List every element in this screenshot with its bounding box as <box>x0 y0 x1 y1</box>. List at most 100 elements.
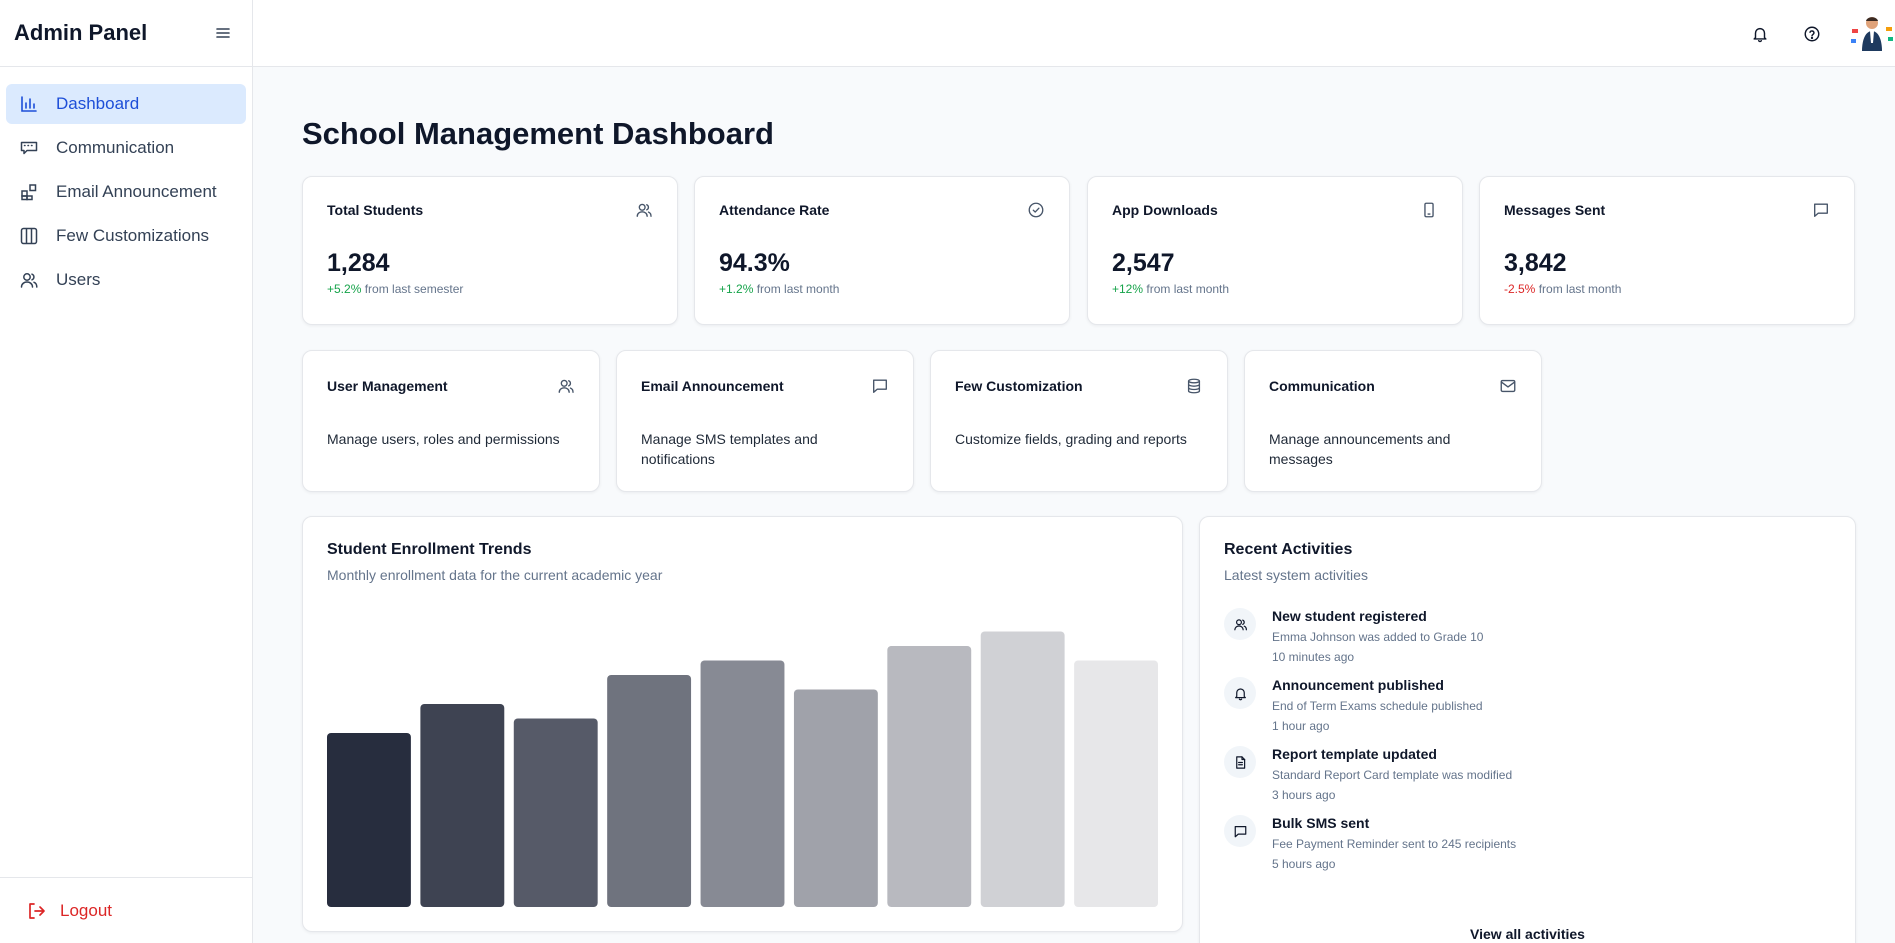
chart-bar <box>700 660 785 907</box>
stat-change: +1.2% <box>719 282 754 296</box>
users-icon <box>558 379 574 393</box>
database-icon <box>1187 378 1201 394</box>
module-title: User Management <box>327 378 448 394</box>
chart-bar <box>513 718 598 907</box>
module-card-user-management[interactable]: User Management Manage users, roles and … <box>302 350 600 492</box>
stat-card-total-students: Total Students 1,284 +5.2% from last sem… <box>302 176 678 325</box>
module-title: Email Announcement <box>641 378 784 394</box>
sidebar-item-label: Dashboard <box>56 94 140 113</box>
activity-time: 5 hours ago <box>1272 857 1336 871</box>
avatar[interactable] <box>1849 10 1895 57</box>
activity-description: Emma Johnson was added to Grade 10 <box>1272 630 1484 644</box>
activity-description: End of Term Exams schedule published <box>1272 699 1483 713</box>
activities-subtitle: Latest system activities <box>1224 567 1368 583</box>
chart-bar <box>887 646 972 907</box>
notifications-button[interactable] <box>1745 19 1775 49</box>
enrollment-chart <box>327 617 1158 907</box>
activity-time: 10 minutes ago <box>1272 650 1355 664</box>
module-description: Manage users, roles and permissions <box>327 431 560 447</box>
activity-item: Bulk SMS sent Fee Payment Reminder sent … <box>1224 814 1831 872</box>
mail-icon <box>1500 379 1516 393</box>
top-actions <box>1745 0 1895 67</box>
smartphone-icon <box>1424 202 1434 218</box>
help-icon <box>1804 26 1820 41</box>
stat-value: 1,284 <box>327 249 390 277</box>
module-card-communication[interactable]: Communication Manage announcements and m… <box>1244 350 1542 492</box>
module-card-few-customization[interactable]: Few Customization Customize fields, grad… <box>930 350 1228 492</box>
sidebar-item-communication[interactable]: Communication <box>6 128 246 168</box>
module-card-email-announcement[interactable]: Email Announcement Manage SMS templates … <box>616 350 914 492</box>
sidebar-item-few-customizations[interactable]: Few Customizations <box>6 216 246 256</box>
sidebar-item-dashboard[interactable]: Dashboard <box>6 84 246 124</box>
module-title: Few Customization <box>955 378 1083 394</box>
top-bar <box>253 0 1895 67</box>
activity-title: Bulk SMS sent <box>1272 815 1370 831</box>
recent-activities-card: Recent Activities Latest system activiti… <box>1199 516 1856 943</box>
module-description: Manage SMS templates and notifications <box>641 431 818 467</box>
logout-icon <box>26 901 46 921</box>
hamburger-icon <box>216 28 230 38</box>
activity-description: Standard Report Card template was modifi… <box>1272 768 1513 782</box>
sidebar-footer: Logout <box>0 877 252 943</box>
chart-bar <box>327 733 411 907</box>
sidebar-item-label: Users <box>56 270 101 289</box>
stat-value: 3,842 <box>1504 249 1567 277</box>
message-icon <box>873 379 887 393</box>
bell-icon <box>1753 27 1767 42</box>
stat-change-suffix: from last month <box>753 282 840 296</box>
chart-bar <box>1074 660 1158 907</box>
stat-card-attendance-rate: Attendance Rate 94.3% +1.2% from last mo… <box>694 176 1070 325</box>
users-icon <box>636 203 652 217</box>
module-description: Customize fields, grading and reports <box>955 431 1187 447</box>
chart-bar <box>420 704 505 907</box>
activity-item: New student registered Emma Johnson was … <box>1224 607 1831 665</box>
chart-bar <box>607 675 692 907</box>
chart-bar <box>793 689 878 907</box>
activity-time: 1 hour ago <box>1272 719 1330 733</box>
activity-title: New student registered <box>1272 608 1427 624</box>
sidebar-item-label: Email Announcement <box>56 182 217 201</box>
bar-chart-icon <box>18 93 40 115</box>
activity-description: Fee Payment Reminder sent to 245 recipie… <box>1272 837 1517 851</box>
activities-title: Recent Activities <box>1224 541 1353 558</box>
module-description: Manage announcements and messages <box>1269 431 1451 467</box>
keyboard-icon <box>18 137 40 159</box>
sidebar-item-users[interactable]: Users <box>6 260 246 300</box>
stat-label: Messages Sent <box>1504 202 1606 218</box>
check-circle-icon <box>1028 202 1044 218</box>
users-icon <box>1224 608 1256 640</box>
logout-button[interactable]: Logout <box>26 901 112 921</box>
sidebar-header: Admin Panel <box>0 0 252 67</box>
page-title: School Management Dashboard <box>302 116 774 151</box>
chart-subtitle: Monthly enrollment data for the current … <box>327 567 663 583</box>
sidebar-nav: Dashboard Communication Email Announceme… <box>0 67 252 321</box>
users-icon <box>18 269 40 291</box>
widgets-icon <box>18 181 40 203</box>
activity-time: 3 hours ago <box>1272 788 1336 802</box>
stat-change-suffix: from last semester <box>361 282 464 296</box>
module-title: Communication <box>1269 378 1375 394</box>
stat-label: Total Students <box>327 202 424 218</box>
stat-change-line: +5.2% from last semester <box>327 282 653 296</box>
stat-label: App Downloads <box>1112 202 1218 218</box>
stat-change: +12% <box>1112 282 1144 296</box>
help-button[interactable] <box>1797 19 1827 49</box>
stat-change-line: +12% from last month <box>1112 282 1438 296</box>
view-all-activities-link[interactable]: View all activities <box>1200 926 1855 942</box>
sidebar-item-label: Few Customizations <box>56 226 210 245</box>
stat-change-suffix: from last month <box>1535 282 1622 296</box>
stat-change: -2.5% <box>1504 282 1536 296</box>
stat-change: +5.2% <box>327 282 362 296</box>
stat-card-messages-sent: Messages Sent 3,842 -2.5% from last mont… <box>1479 176 1855 325</box>
sidebar-item-email-announcement[interactable]: Email Announcement <box>6 172 246 212</box>
sidebar-item-label: Communication <box>56 138 175 157</box>
menu-toggle-button[interactable] <box>208 18 238 48</box>
stat-card-app-downloads: App Downloads 2,547 +12% from last month <box>1087 176 1463 325</box>
bell-icon <box>1224 677 1256 709</box>
activity-item: Report template updated Standard Report … <box>1224 745 1831 803</box>
enrollment-bar-chart <box>327 631 1158 907</box>
app-brand: Admin Panel <box>14 20 148 45</box>
sidebar: Admin Panel Dashboard Communication Emai… <box>0 0 253 943</box>
stat-label: Attendance Rate <box>719 202 830 218</box>
stat-change-suffix: from last month <box>1143 282 1230 296</box>
